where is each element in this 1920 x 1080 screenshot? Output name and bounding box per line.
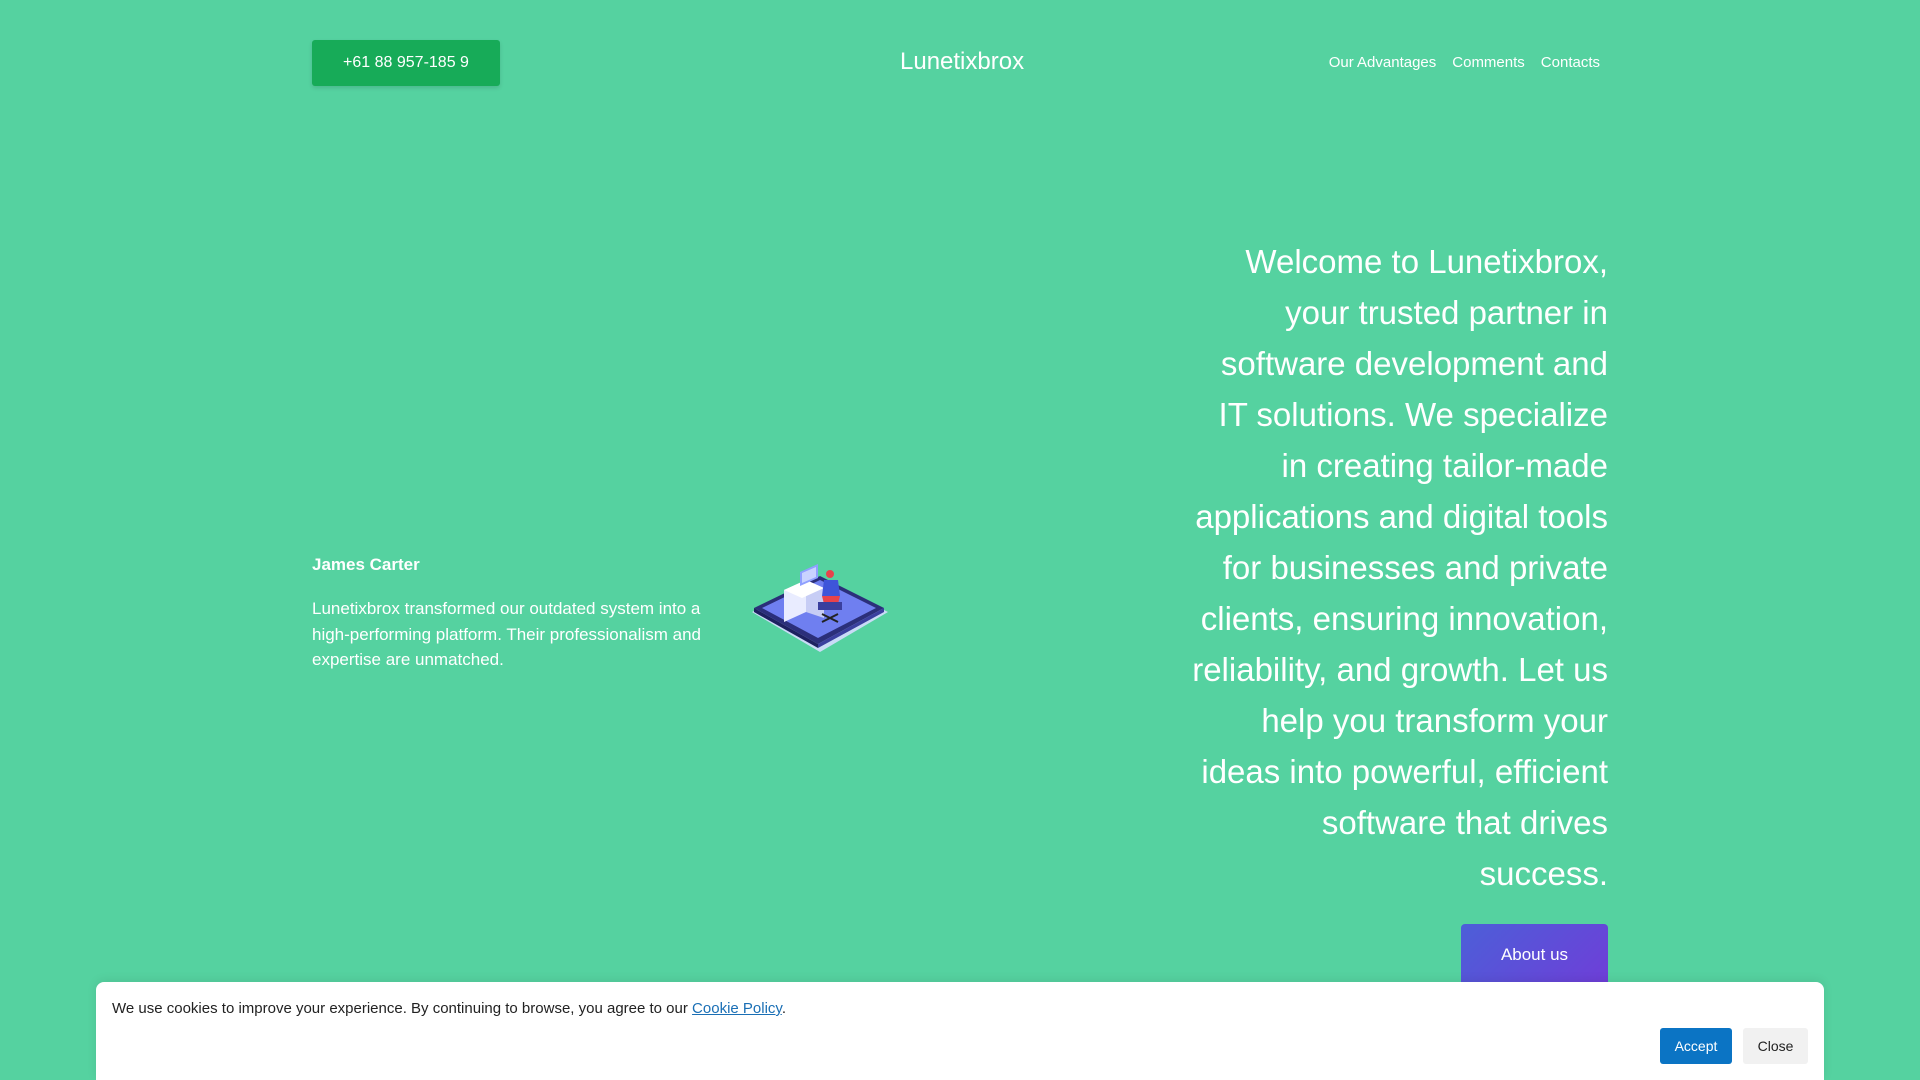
cookie-message: We use cookies to improve your experienc… bbox=[112, 1000, 693, 1017]
main-nav: Our Advantages Comments Contacts bbox=[1329, 54, 1600, 71]
cookie-message-suffix: . bbox=[781, 1000, 786, 1017]
accept-cookies-button[interactable]: Accept bbox=[1660, 1028, 1732, 1064]
phone-button[interactable]: +61 88 957-185 9 bbox=[312, 40, 500, 86]
close-cookie-banner-button[interactable]: Close bbox=[1743, 1028, 1808, 1064]
about-us-button[interactable]: About us bbox=[1461, 924, 1608, 986]
cookie-policy-link[interactable]: Cookie Policy bbox=[692, 1000, 782, 1017]
cookie-banner: We use cookies to improve your experienc… bbox=[96, 982, 1824, 1080]
cookie-notice-text: We use cookies to improve your experienc… bbox=[112, 1000, 786, 1017]
hero-heading: Welcome to Lunetixbrox, your trusted par… bbox=[1192, 243, 1608, 892]
nav-link-our-advantages[interactable]: Our Advantages bbox=[1329, 54, 1437, 71]
testimonial-text: Lunetixbrox transformed our outdated sys… bbox=[312, 599, 701, 669]
nav-link-contacts[interactable]: Contacts bbox=[1541, 54, 1600, 71]
workstation-illustration-icon bbox=[752, 564, 888, 652]
brand-logo-link[interactable]: Lunetixbrox bbox=[900, 48, 1024, 76]
testimonial-author-name: James Carter bbox=[312, 555, 420, 574]
nav-link-comments[interactable]: Comments bbox=[1452, 54, 1525, 71]
